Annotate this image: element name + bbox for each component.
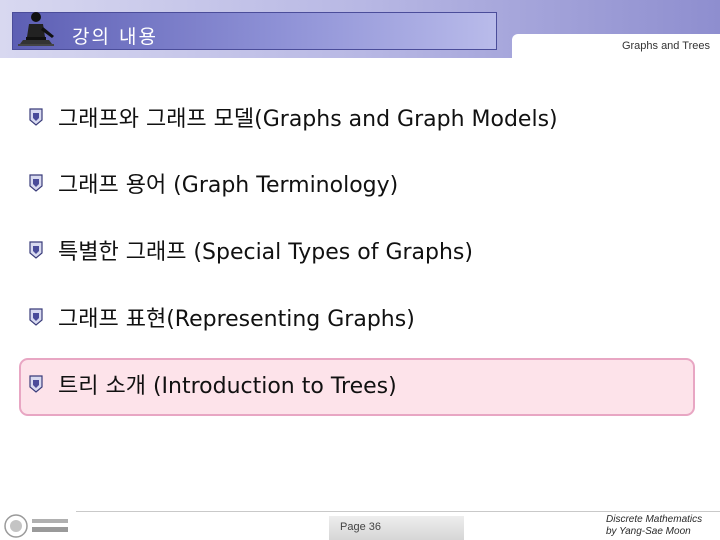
page-title: 강의 내용 (72, 26, 158, 48)
outline-item-label: 그래프 용어 (Graph Terminology) (58, 173, 399, 198)
outline-item-label: 트리 소개 (Introduction to Trees) (58, 374, 397, 399)
emblem-bullet-icon (29, 241, 43, 259)
outline-item-label: 그래프와 그래프 모델(Graphs and Graph Models) (58, 107, 558, 132)
outline-item: 그래프 용어 (Graph Terminology) (28, 163, 398, 203)
outline-item: 그래프 표현(Representing Graphs) (28, 297, 415, 337)
credit-line-author: by Yang-Sae Moon (606, 526, 691, 537)
emblem-bullet-icon (29, 308, 43, 326)
outline-item-label: 특별한 그래프 (Special Types of Graphs) (58, 240, 473, 265)
footer-divider (76, 511, 720, 512)
credit-line-course: Discrete Mathematics (606, 514, 703, 525)
outline-item-highlighted: 트리 소개 (Introduction to Trees) (28, 364, 397, 404)
outline-item: 그래프와 그래프 모델(Graphs and Graph Models) (28, 97, 558, 137)
emblem-bullet-icon (29, 108, 43, 126)
emblem-bullet-icon (29, 375, 43, 393)
page-number: Page 36 (340, 521, 381, 533)
emblem-bullet-icon (29, 174, 43, 192)
credit-text: Discrete Mathematics by Yang-Sae Moon (606, 514, 702, 538)
section-subtitle: Graphs and Trees (621, 40, 710, 52)
university-logo-icon (4, 514, 68, 538)
person-at-desk-icon (18, 12, 54, 46)
outline-item: 특별한 그래프 (Special Types of Graphs) (28, 230, 473, 270)
outline-item-label: 그래프 표현(Representing Graphs) (58, 307, 415, 332)
